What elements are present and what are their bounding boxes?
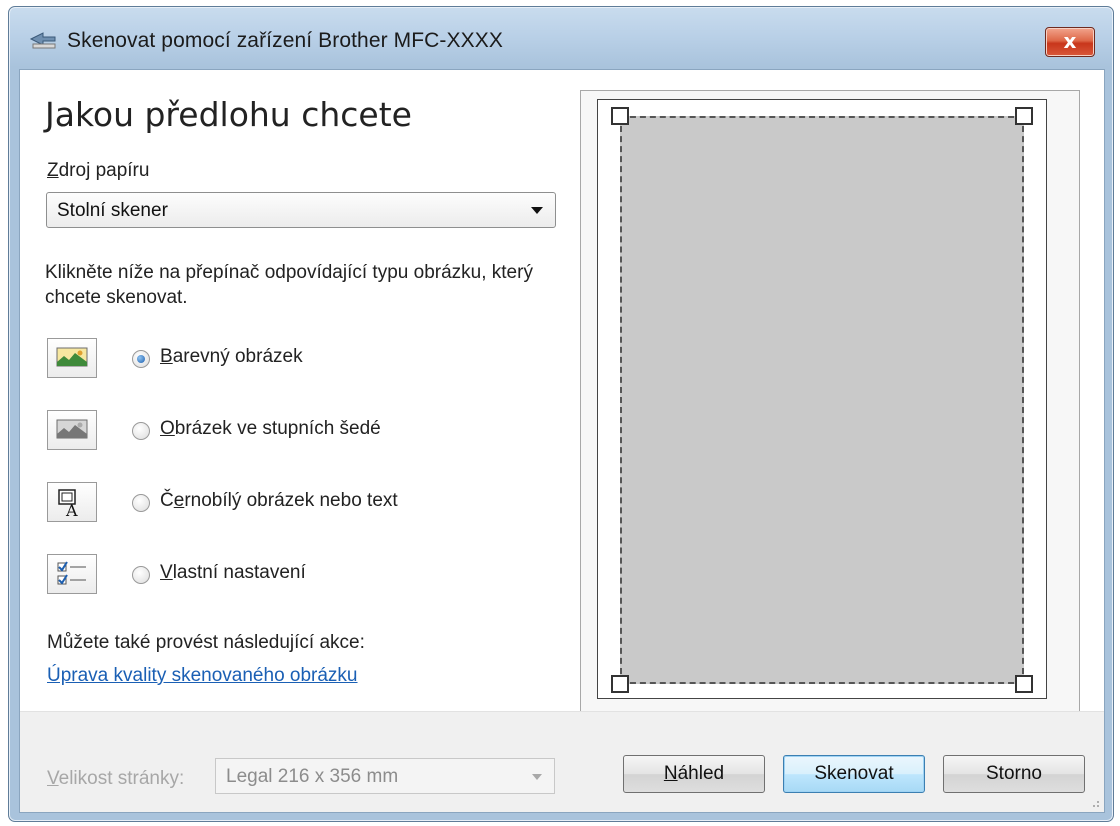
paper-source-label-accelerator: Z [47,160,59,181]
color-picture-option-label[interactable]: Barevný obrázek [160,346,303,368]
chevron-down-icon [532,774,542,780]
scan-button[interactable]: Skenovat [783,755,925,793]
preview-button-label: áhled [677,763,725,784]
crop-handle-top-left[interactable] [611,107,629,125]
custom-settings-radio[interactable] [132,566,150,584]
page-size-label-text: elikost stránky: [58,768,185,789]
paper-source-value: Stolní skener [57,200,168,221]
grayscale-picture-icon[interactable] [47,410,97,450]
title-bar[interactable]: Skenovat pomocí zařízení Brother MFC-XXX… [9,7,1113,69]
black-white-option-label[interactable]: Černobílý obrázek nebo text [160,490,398,512]
grayscale-picture-option-label[interactable]: Obrázek ve stupních šedé [160,418,381,440]
custom-settings-accelerator: V [160,562,173,583]
color-picture-radio[interactable] [132,350,150,368]
black-white-radio[interactable] [132,494,150,512]
grayscale-picture-radio[interactable] [132,422,150,440]
grayscale-picture-accelerator: O [160,418,175,439]
color-picture-accelerator: B [160,346,173,367]
instruction-text: Klikněte níže na přepínač odpovídající t… [45,262,533,308]
chevron-down-icon [531,207,543,214]
page-title: Jakou předlohu chcete [45,95,412,134]
preview-button-accelerator: N [663,763,678,784]
black-white-accelerator: e [173,490,185,511]
black-white-text-icon[interactable]: A [47,482,97,522]
black-white-label-prefix: Č [160,490,174,511]
crop-handle-top-right[interactable] [1015,107,1033,125]
page-size-label: Velikost stránky: [47,768,184,790]
grayscale-picture-label-text: brázek ve stupních šedé [174,418,381,439]
cancel-button[interactable]: Storno [943,755,1085,793]
adjust-quality-link[interactable]: Úprava kvality skenovaného obrázku [47,665,358,687]
dialog-client-area: Jakou předlohu chcete Zdroj papíru Stoln… [19,69,1105,813]
custom-settings-icon[interactable] [47,554,97,594]
additional-actions-label: Můžete také provést následující akce: [47,632,365,653]
svg-text:A: A [65,501,78,517]
custom-settings-option-label[interactable]: Vlastní nastavení [160,562,306,584]
preview-area [580,90,1080,718]
scanner-app-icon [29,32,56,49]
page-size-dropdown[interactable]: Legal 216 x 356 mm [215,758,555,794]
paper-source-label-text: droj papíru [58,160,150,181]
close-button[interactable]: x [1045,27,1095,57]
preview-button[interactable]: Náhled [623,755,765,793]
scan-dialog-window: Skenovat pomocí zařízení Brother MFC-XXX… [8,6,1114,822]
color-picture-icon[interactable] [47,338,97,378]
page-size-value: Legal 216 x 356 mm [226,766,399,787]
crop-handle-bottom-left[interactable] [611,675,629,693]
black-white-label-text: rnobílý obrázek nebo text [184,490,398,511]
paper-source-dropdown[interactable]: Stolní skener [46,192,556,228]
paper-source-label: Zdroj papíru [47,160,149,182]
preview-page [597,99,1047,699]
color-picture-label-text: arevný obrázek [172,346,303,367]
scan-area-selection[interactable] [620,116,1024,684]
crop-handle-bottom-right[interactable] [1015,675,1033,693]
resize-grip-icon[interactable] [1088,796,1100,808]
dialog-footer [20,711,1104,812]
custom-settings-label-text: lastní nastavení [172,562,306,583]
window-title: Skenovat pomocí zařízení Brother MFC-XXX… [67,29,503,52]
close-icon: x [1063,29,1077,53]
page-size-accelerator: V [47,768,59,789]
